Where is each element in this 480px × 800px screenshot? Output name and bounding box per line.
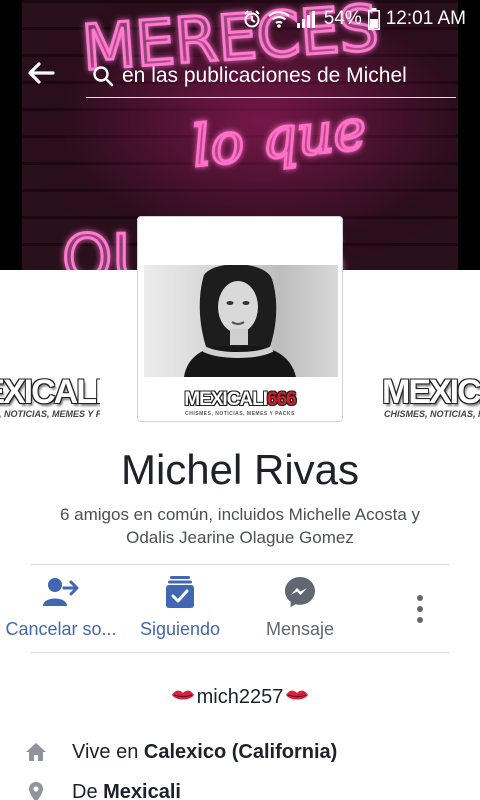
lips-icon: [171, 686, 195, 709]
profile-logo-tagline: CHISMES, NOTICIAS, MEMES Y PACKS: [185, 411, 295, 417]
profile-picture[interactable]: MEXICALI666 CHISMES, NOTICIAS, MEMES Y P…: [137, 216, 343, 422]
profile-photo: [144, 265, 338, 377]
lives-in-place[interactable]: Calexico (California): [144, 741, 337, 764]
battery-icon: [367, 8, 380, 30]
bio: mich2257: [0, 686, 480, 709]
cancel-friend-request-icon: [42, 574, 80, 610]
following-check-icon: [165, 574, 195, 610]
lips-icon: [285, 686, 309, 709]
from-place[interactable]: Mexicali: [103, 781, 181, 800]
cancel-request-label: Cancelar so...: [5, 619, 117, 639]
side-logo-left: MEXICALI666 CHISMES, NOTICIAS, MEMES Y P…: [0, 375, 100, 425]
battery-percent: 54%: [323, 8, 362, 29]
search-icon: [88, 65, 118, 87]
side-logo-right: MEXICALI CHISMES, NOTICIAS, MEMES Y PACK…: [378, 375, 480, 425]
signal-icon: [296, 9, 318, 29]
search-text: en las publicaciones de Michel: [122, 63, 407, 87]
cancel-request-button[interactable]: Cancelar so...: [2, 574, 120, 650]
arrow-left-icon: [28, 62, 55, 84]
from-prefix: De: [72, 780, 104, 800]
profile-actions: Cancelar so... Siguiendo Mensaje: [0, 574, 480, 650]
following-button[interactable]: Siguiendo: [128, 574, 232, 650]
search-header: en las publicaciones de Michel: [0, 42, 480, 102]
location-pin-icon: [24, 781, 48, 800]
messenger-icon: [284, 574, 316, 610]
profile-logo-number: 666: [267, 389, 297, 410]
message-button[interactable]: Mensaje: [250, 574, 350, 650]
logo-tagline-left: CHISMES, NOTICIAS, MEMES Y PACKS: [0, 409, 100, 419]
neon-word-2: lo que: [189, 97, 369, 180]
mutual-friends-text[interactable]: 6 amigos en común, incluidos Michelle Ac…: [40, 503, 440, 549]
wifi-icon: [267, 9, 290, 29]
back-button[interactable]: [24, 56, 58, 90]
message-label: Mensaje: [265, 619, 335, 639]
status-bar: 54% 12:01 AM: [0, 0, 480, 38]
cover-letterbox-left: [0, 0, 22, 270]
divider: [30, 564, 450, 565]
following-label: Siguiendo: [139, 619, 221, 639]
more-options-button[interactable]: [400, 574, 440, 650]
clock: 12:01 AM: [385, 8, 466, 29]
search-input[interactable]: en las publicaciones de Michel: [86, 54, 456, 98]
lives-in-row: Vive en Calexico (California): [24, 737, 464, 767]
home-icon: [24, 742, 48, 762]
logo-tagline-right: CHISMES, NOTICIAS, MEMES Y PACKS: [384, 409, 480, 419]
bio-text: mich2257: [196, 686, 284, 708]
profile-name: Michel Rivas: [120, 446, 360, 493]
lives-in-prefix: Vive en: [72, 740, 144, 763]
logo-word-left: MEXICALI: [0, 375, 100, 411]
alarm-icon: [242, 9, 262, 29]
more-vertical-icon: [416, 574, 424, 644]
cover-letterbox-right: [458, 0, 480, 270]
profile-logo-word: MEXICALI: [184, 389, 268, 410]
divider: [30, 652, 450, 653]
from-row: De Mexicali: [24, 777, 464, 800]
logo-word-right: MEXICALI: [382, 375, 480, 411]
profile-logo: MEXICALI666 CHISMES, NOTICIAS, MEMES Y P…: [142, 389, 338, 417]
